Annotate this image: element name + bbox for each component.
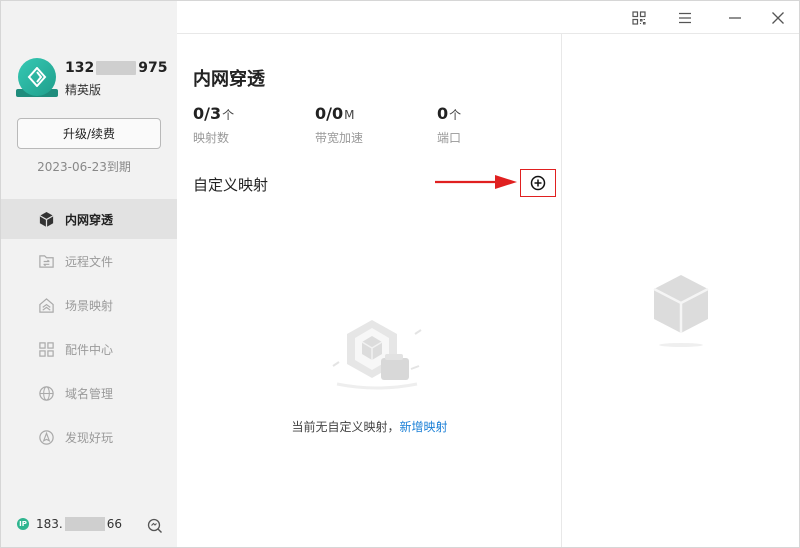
- upgrade-button[interactable]: 升级/续费: [17, 118, 161, 149]
- add-mapping-link[interactable]: 新增映射: [400, 420, 448, 434]
- user-tier: 精英版: [65, 83, 102, 97]
- empty-state-illustration: [332, 320, 422, 390]
- stat-label: 端口: [437, 131, 462, 145]
- menu-icon[interactable]: [674, 7, 696, 29]
- sidebar-item-accessories[interactable]: 配件中心: [1, 327, 177, 371]
- plus-circle-icon: [530, 175, 546, 191]
- ip-suffix: 66: [106, 517, 122, 531]
- sidebar-item-label: 远程文件: [65, 254, 114, 269]
- brand-logo-icon: [27, 67, 47, 87]
- ip-mask: [64, 517, 105, 531]
- sidebar-item-remote-files[interactable]: 远程文件: [1, 239, 177, 283]
- stat-label: 映射数: [193, 131, 230, 145]
- title-bar: [177, 1, 799, 34]
- user-phone-suffix: 975: [138, 60, 168, 76]
- ip-prefix: 183.: [36, 517, 63, 531]
- compass-icon: [37, 428, 55, 446]
- expiry-date: 2023-06-23到期: [37, 160, 131, 174]
- sidebar-item-scene-mapping[interactable]: 场景映射: [1, 283, 177, 327]
- sidebar-item-domain[interactable]: 域名管理: [1, 371, 177, 415]
- ip-address: IP 183. 66: [17, 517, 122, 531]
- section-title: 自定义映射: [193, 176, 269, 194]
- avatar[interactable]: [18, 58, 56, 96]
- placeholder-cube-illustration: [653, 275, 709, 347]
- stat-unit: 个: [449, 108, 462, 122]
- ip-badge-icon: IP: [17, 518, 29, 530]
- main-panel: 内网穿透 0/3个 映射数 0/0M 带宽加速 0个 端口 自定义映射 当前无自…: [177, 34, 562, 547]
- cube-icon: [37, 210, 55, 228]
- sidebar: 132 975 精英版 升级/续费 2023-06-23到期 内网穿透 远程文件: [1, 1, 177, 547]
- network-status-icon[interactable]: [147, 518, 163, 538]
- house-layers-icon: [37, 296, 55, 314]
- grid-icon: [37, 340, 55, 358]
- folder-transfer-icon: [37, 252, 55, 270]
- stat-unit: M: [344, 108, 355, 122]
- page-title: 内网穿透: [193, 69, 265, 90]
- sidebar-item-label: 域名管理: [65, 386, 114, 401]
- sidebar-item-label: 发现好玩: [65, 430, 114, 445]
- stat-value: 0: [437, 104, 449, 123]
- app-window: 132 975 精英版 升级/续费 2023-06-23到期 内网穿透 远程文件: [0, 0, 800, 548]
- close-icon[interactable]: [767, 7, 789, 29]
- stat-unit: 个: [222, 108, 235, 122]
- empty-state-text: 当前无自定义映射，新增映射: [177, 418, 562, 435]
- sidebar-item-label: 配件中心: [65, 342, 114, 357]
- stat-bandwidth: 0/0M 带宽加速: [315, 104, 363, 146]
- sidebar-item-discover[interactable]: 发现好玩: [1, 415, 177, 459]
- stat-mappings: 0/3个 映射数: [193, 104, 234, 146]
- sidebar-item-intranet[interactable]: 内网穿透: [1, 199, 177, 239]
- add-mapping-button[interactable]: [520, 169, 556, 197]
- stat-ports: 0个 端口: [437, 104, 461, 146]
- stat-value: 0/3: [193, 104, 222, 123]
- red-arrow-annotation: [435, 175, 517, 189]
- empty-message: 当前无自定义映射，: [291, 420, 400, 434]
- minimize-icon[interactable]: [724, 7, 746, 29]
- sidebar-nav: 内网穿透 远程文件 场景映射 配件中心 域名管理 发现好玩: [1, 199, 177, 459]
- sidebar-item-label: 场景映射: [65, 298, 114, 313]
- user-phone: 132 975: [65, 60, 167, 76]
- globe-icon: [37, 384, 55, 402]
- user-phone-prefix: 132: [65, 60, 95, 76]
- qr-code-icon[interactable]: [628, 7, 650, 29]
- stat-label: 带宽加速: [315, 131, 364, 145]
- sidebar-item-label: 内网穿透: [65, 212, 114, 227]
- phone-mask: [96, 61, 137, 75]
- stat-value: 0/0: [315, 104, 344, 123]
